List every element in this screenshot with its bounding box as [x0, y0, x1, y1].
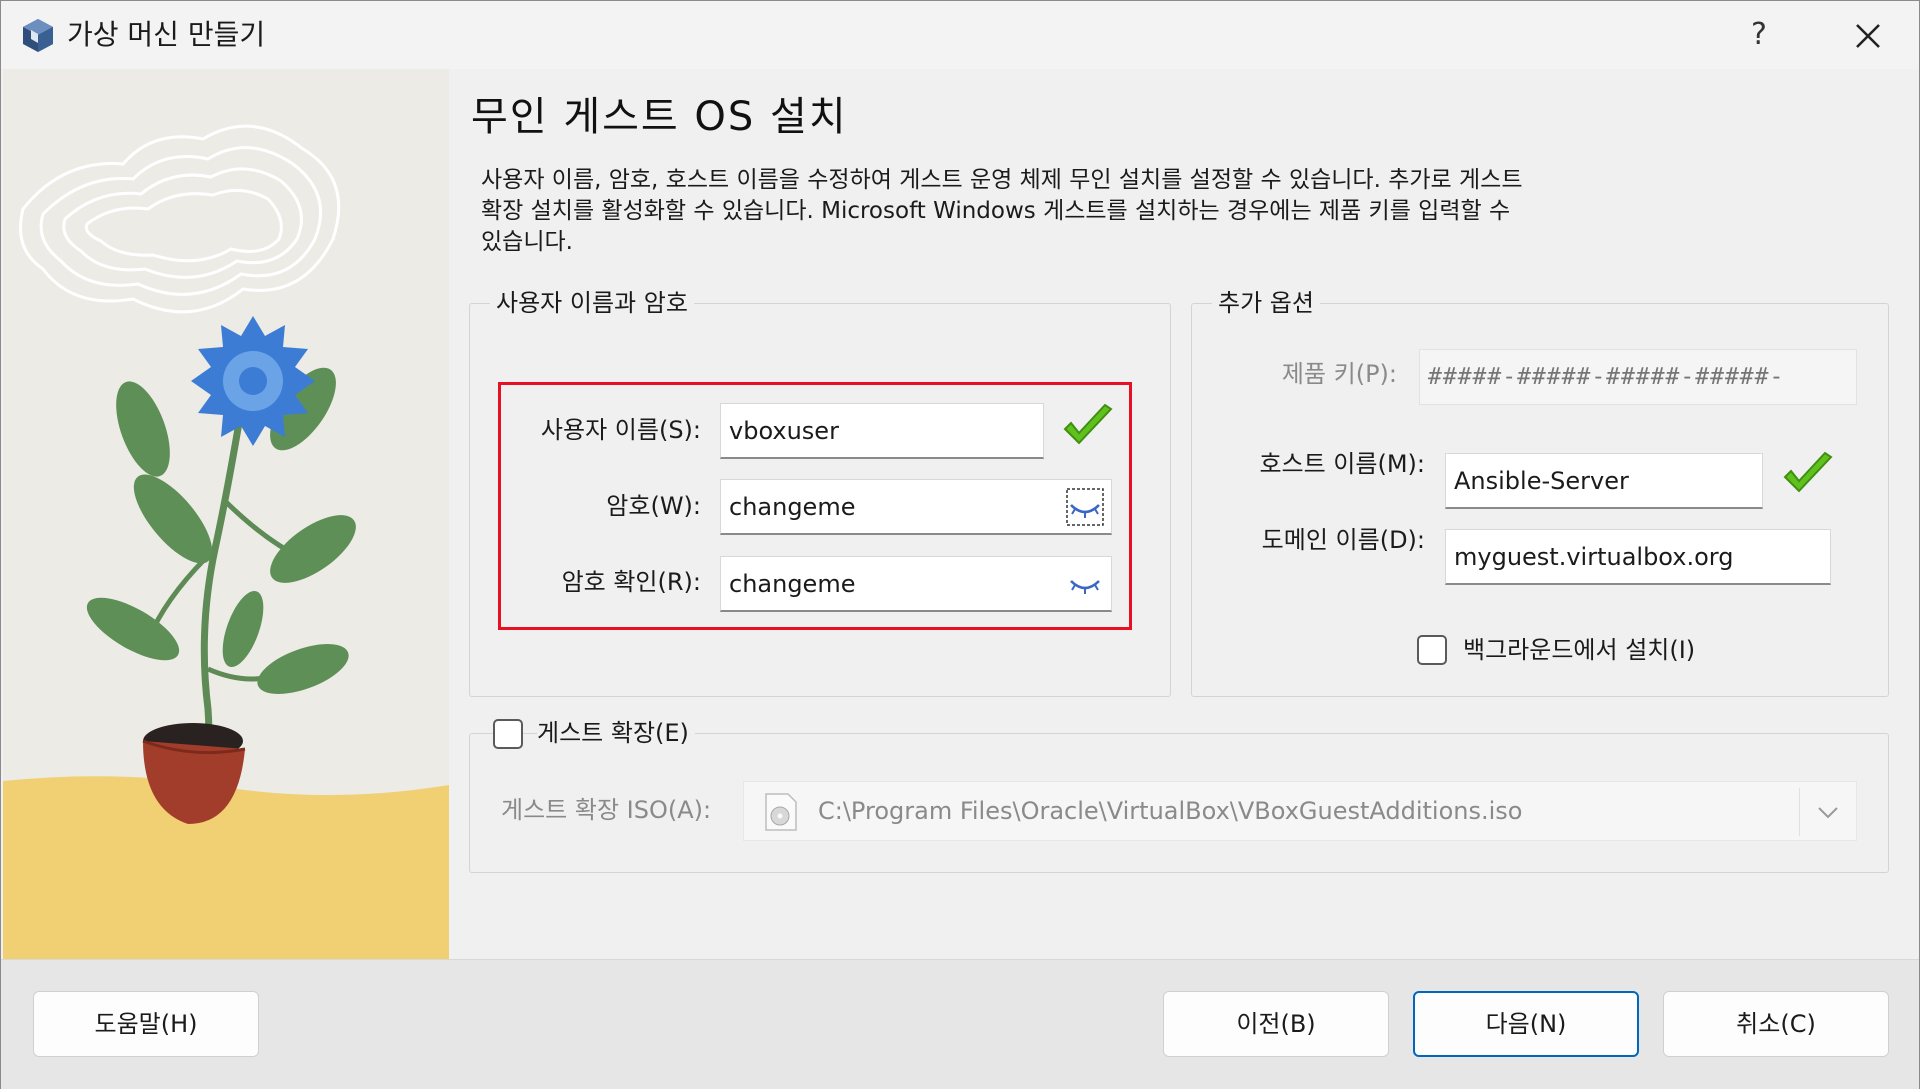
disc-file-icon [765, 793, 797, 831]
hostname-label: 호스트 이름(M): [1259, 450, 1425, 478]
page-title: 무인 게스트 OS 설치 [471, 94, 848, 140]
username-label: 사용자 이름(S): [540, 416, 701, 444]
guest-additions-label[interactable]: 게스트 확장(E) [537, 716, 695, 750]
flower-pot-illustration [3, 69, 449, 959]
guest-additions-iso-label: 게스트 확장 ISO(A): [501, 796, 712, 824]
help-button[interactable]: 도움말(H) [33, 991, 259, 1057]
page-description: 사용자 이름, 암호, 호스트 이름을 수정하여 게스트 운영 체제 무인 설치… [481, 165, 1711, 258]
hostname-input[interactable] [1445, 453, 1763, 509]
window-title: 가상 머신 만들기 [67, 18, 266, 51]
description-line: 있습니다. [481, 229, 573, 255]
show-password-eye-icon[interactable] [1065, 487, 1105, 527]
show-confirm-password-eye-icon[interactable] [1065, 565, 1105, 605]
product-key-input[interactable] [1419, 349, 1857, 405]
domain-label: 도메인 이름(D): [1261, 526, 1425, 554]
password-label: 암호(W): [606, 492, 701, 520]
next-button[interactable]: 다음(N) [1413, 991, 1639, 1057]
username-input[interactable] [720, 403, 1044, 459]
close-icon[interactable] [1837, 11, 1897, 59]
virtualbox-cube-icon [23, 19, 53, 52]
select-divider [1799, 788, 1800, 836]
confirm-password-label: 암호 확인(R): [561, 568, 701, 596]
domain-input[interactable] [1445, 529, 1831, 585]
create-vm-dialog: 가상 머신 만들기 ? 무인 게스트 OS 설치 사용자 이름, 암호, 호스트… [0, 0, 1920, 1089]
chevron-down-icon[interactable] [1812, 796, 1844, 828]
description-line: 확장 설치를 활성화할 수 있습니다. Microsoft Windows 게스… [481, 198, 1511, 224]
extra-options-group-title: 추가 옵션 [1212, 286, 1320, 320]
credentials-group-title: 사용자 이름과 암호 [490, 286, 694, 320]
guest-additions-checkbox[interactable] [493, 719, 523, 749]
product-key-label: 제품 키(P): [1281, 360, 1397, 388]
username-valid-check-icon [1063, 403, 1113, 445]
background-install-label[interactable]: 백그라운드에서 설치(I) [1463, 633, 1695, 667]
back-button[interactable]: 이전(B) [1163, 991, 1389, 1057]
help-title-button[interactable]: ? [1729, 11, 1789, 59]
password-input[interactable] [720, 479, 1112, 535]
cancel-button[interactable]: 취소(C) [1663, 991, 1889, 1057]
hostname-valid-check-icon [1783, 451, 1833, 493]
background-install-checkbox[interactable] [1417, 635, 1447, 665]
description-line: 사용자 이름, 암호, 호스트 이름을 수정하여 게스트 운영 체제 무인 설치… [481, 167, 1523, 193]
confirm-password-input[interactable] [720, 556, 1112, 612]
title-bar: 가상 머신 만들기 ? [1, 1, 1919, 69]
iso-path-text: C:\Program Files\Oracle\VirtualBox\VBoxG… [818, 797, 1523, 825]
guest-additions-iso-select[interactable]: C:\Program Files\Oracle\VirtualBox\VBoxG… [743, 781, 1857, 841]
